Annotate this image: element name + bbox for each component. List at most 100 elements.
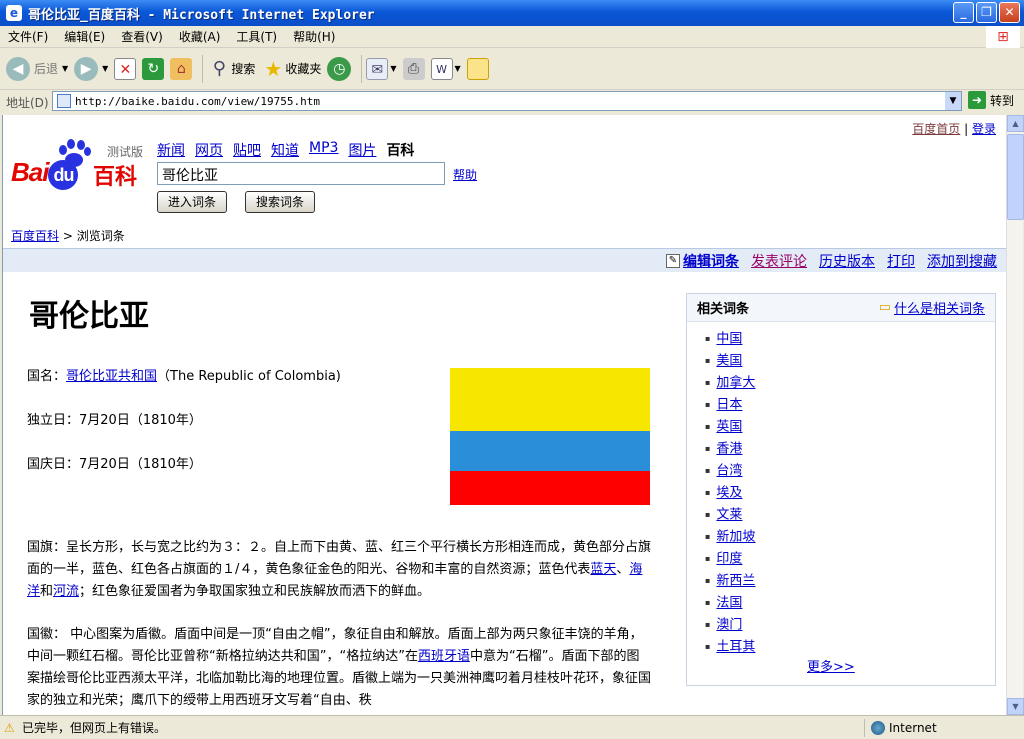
top-links: 百度首页 | 登录: [912, 122, 996, 136]
menu-edit[interactable]: 编辑(E): [56, 28, 113, 45]
breadcrumb-root[interactable]: 百度百科: [11, 229, 59, 243]
forward-button[interactable]: ▶ ▼: [74, 56, 108, 81]
list-item: 中国: [705, 328, 995, 350]
nav-baike: 百科: [386, 143, 415, 159]
scroll-thumb[interactable]: [1007, 134, 1024, 220]
vertical-scrollbar[interactable]: ▲ ▼: [1006, 115, 1024, 715]
spanish-link[interactable]: 西班牙语: [418, 649, 470, 664]
menu-help[interactable]: 帮助(H): [285, 28, 343, 45]
back-button[interactable]: ◀ 后退 ▼: [6, 56, 68, 81]
related-link[interactable]: 新加坡: [716, 530, 755, 545]
menu-view[interactable]: 查看(V): [113, 28, 171, 45]
windows-logo-icon: ⊞: [986, 26, 1020, 48]
nav-web[interactable]: 网页: [195, 140, 223, 160]
nav-news[interactable]: 新闻: [157, 140, 185, 160]
menu-file[interactable]: 文件(F): [0, 28, 56, 45]
history-link[interactable]: 历史版本: [819, 251, 875, 271]
search-entry-button[interactable]: 搜索词条: [245, 191, 316, 213]
list-item: 台湾: [705, 460, 995, 482]
baidu-baike-logo[interactable]: 测试版 Bai du 百科: [11, 139, 151, 190]
more-related-link[interactable]: 更多>>: [807, 656, 855, 675]
search-button[interactable]: ⚲ 搜索: [207, 57, 256, 81]
related-link[interactable]: 英国: [716, 420, 742, 435]
flag-description: 国旗：呈长方形，长与宽之比约为３：２。自上而下由黄、蓝、红三个平行横长方形相连而…: [27, 540, 652, 599]
related-link[interactable]: 文莱: [716, 508, 742, 523]
edit-entry-link[interactable]: 编辑词条: [683, 251, 739, 271]
related-link[interactable]: 加拿大: [716, 376, 755, 391]
related-link[interactable]: 香港: [716, 442, 742, 457]
stop-icon[interactable]: ✕: [114, 57, 137, 80]
info-country-name: 国名：哥伦比亚共和国（The Republic of Colombia): [27, 369, 341, 384]
go-button[interactable]: ➜ 转到: [968, 91, 1014, 109]
maximize-button[interactable]: ❐: [976, 2, 997, 23]
back-dropdown-icon[interactable]: ▼: [62, 64, 68, 73]
related-link[interactable]: 台湾: [716, 464, 742, 479]
related-link[interactable]: 新西兰: [716, 574, 755, 589]
page-title: 哥伦比亚: [29, 299, 149, 334]
republic-link[interactable]: 哥伦比亚共和国: [66, 369, 157, 384]
nav-tieba[interactable]: 贴吧: [233, 140, 261, 160]
baidu-home-link[interactable]: 百度首页: [912, 122, 960, 136]
enter-entry-button[interactable]: 进入词条: [157, 191, 228, 213]
related-link[interactable]: 中国: [716, 332, 742, 347]
messenger-icon[interactable]: [466, 57, 489, 80]
river-link[interactable]: 河流: [53, 584, 79, 599]
flag-red-band: [450, 471, 650, 505]
comment-link[interactable]: 发表评论: [751, 251, 807, 271]
help-link[interactable]: 帮助: [453, 166, 477, 183]
menu-favorites[interactable]: 收藏(A): [171, 28, 229, 45]
related-link[interactable]: 澳门: [716, 618, 742, 633]
related-link[interactable]: 土耳其: [716, 640, 755, 655]
what-related-link[interactable]: 什么是相关词条: [894, 298, 985, 317]
refresh-icon[interactable]: ↻: [142, 57, 165, 80]
home-icon[interactable]: ⌂: [170, 57, 193, 80]
status-bar: ⚠ 已完毕，但网页上有错误。 Internet: [0, 715, 1024, 739]
scroll-down-icon[interactable]: ▼: [1007, 698, 1024, 715]
forward-dropdown-icon[interactable]: ▼: [102, 64, 108, 73]
related-link[interactable]: 埃及: [716, 486, 742, 501]
related-link[interactable]: 日本: [716, 398, 742, 413]
go-arrow-icon: ➜: [968, 91, 986, 109]
list-item: 日本: [705, 394, 995, 416]
logo-baike: 百科: [93, 165, 138, 190]
history-icon[interactable]: ◷: [327, 56, 352, 81]
warning-icon[interactable]: ⚠: [4, 721, 18, 735]
close-button[interactable]: ✕: [999, 2, 1020, 23]
nav-images[interactable]: 图片: [348, 140, 376, 160]
beta-label: 测试版: [107, 145, 144, 159]
menu-tools[interactable]: 工具(T): [228, 28, 285, 45]
info-independence: 独立日：7月20日（1810年）: [27, 413, 202, 428]
related-title: 相关词条: [697, 302, 750, 317]
flag-blue-band: [450, 431, 650, 471]
sky-link[interactable]: 蓝天: [590, 562, 616, 577]
nav-mp3[interactable]: MP3: [309, 140, 338, 160]
breadcrumb: 百度百科 > 浏览词条: [11, 227, 125, 244]
address-url: http://baike.baidu.com/view/19755.htm: [75, 94, 321, 108]
scroll-up-icon[interactable]: ▲: [1007, 115, 1024, 132]
nav-zhidao[interactable]: 知道: [271, 140, 299, 160]
address-input[interactable]: http://baike.baidu.com/view/19755.htm ▼: [52, 91, 962, 111]
forward-arrow-icon: ▶: [74, 56, 99, 81]
login-link[interactable]: 登录: [972, 122, 996, 136]
address-dropdown-icon[interactable]: ▼: [945, 92, 961, 110]
add-favorite-link[interactable]: 添加到搜藏: [927, 251, 997, 271]
info-national-day: 国庆日：7月20日（1810年）: [27, 457, 202, 472]
emblem-description: 国徽： 中心图案为盾徽。盾面中间是一顶“自由之帽”，象征自由和解放。盾面上部为两…: [27, 627, 652, 708]
favorites-button[interactable]: ★ 收藏夹: [261, 57, 321, 81]
related-link[interactable]: 美国: [716, 354, 742, 369]
status-text: 已完毕，但网页上有错误。: [22, 721, 167, 735]
back-label: 后退: [34, 62, 59, 76]
related-link[interactable]: 法国: [716, 596, 742, 611]
related-link[interactable]: 印度: [716, 552, 742, 567]
print-link[interactable]: 打印: [887, 251, 915, 271]
back-arrow-icon: ◀: [6, 56, 30, 81]
minimize-button[interactable]: _: [953, 2, 974, 23]
list-item: 加拿大: [705, 372, 995, 394]
security-zone: Internet: [864, 719, 937, 737]
word-icon[interactable]: W: [430, 57, 453, 80]
search-input[interactable]: 哥伦比亚: [157, 162, 445, 185]
search-label: 搜索: [231, 62, 256, 76]
title-bar: e 哥伦比亚_百度百科 - Microsoft Internet Explore…: [0, 0, 1024, 26]
print-icon[interactable]: ⎙: [402, 57, 425, 80]
mail-icon[interactable]: ✉: [366, 57, 389, 80]
